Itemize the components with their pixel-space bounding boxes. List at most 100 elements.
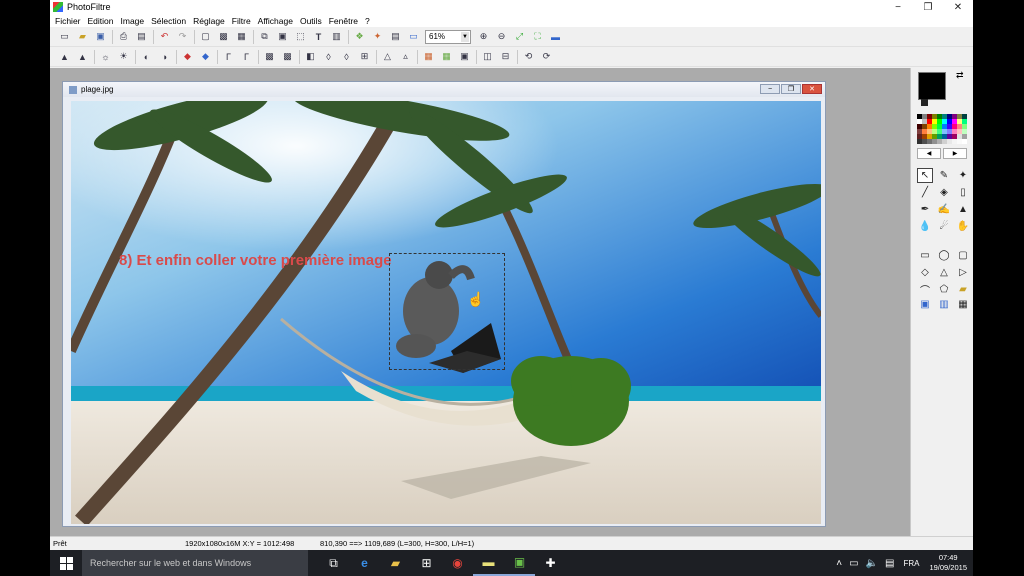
menu-filtre[interactable]: Filtre (232, 16, 251, 26)
zoom-in-icon[interactable]: ⊕ (477, 30, 490, 43)
spray-icon[interactable]: ▯ (955, 185, 971, 200)
selection-marquee[interactable] (389, 253, 505, 370)
gamma-down-icon[interactable]: Γ (222, 50, 235, 63)
auto-levels-icon[interactable]: ▲ (58, 50, 71, 63)
volume-icon[interactable]: 🔈 (866, 558, 878, 569)
soften-icon[interactable]: ◊ (322, 50, 335, 63)
menu-selection[interactable]: Sélection (151, 16, 186, 26)
maximize-button[interactable]: ❐ (913, 0, 943, 14)
flip-vertical-icon[interactable]: ⊟ (499, 50, 512, 63)
notes-app-icon[interactable]: ▬ (473, 550, 504, 576)
store-icon[interactable]: ⊞ (411, 550, 442, 576)
relief-icon[interactable]: ▵ (399, 50, 412, 63)
batch-icon[interactable]: ▤ (389, 30, 402, 43)
zoom-select[interactable]: 61% ▼ (425, 29, 471, 44)
start-button[interactable] (50, 550, 82, 576)
redo-icon[interactable]: ↷ (176, 30, 189, 43)
diamond-shape-icon[interactable]: ◇ (917, 265, 933, 280)
mode-1-icon[interactable]: ▣ (917, 297, 933, 312)
menu-fenetre[interactable]: Fenêtre (329, 16, 358, 26)
transparency-icon[interactable]: ▥ (330, 30, 343, 43)
rectangle-shape-icon[interactable]: ▭ (917, 248, 933, 263)
mode-3-icon[interactable]: ▦ (955, 297, 971, 312)
palette-prev-button[interactable]: ◀ (917, 148, 941, 159)
open-shape-icon[interactable]: ▰ (955, 282, 971, 297)
language-indicator[interactable]: FRA (903, 559, 919, 568)
blur-tool-icon[interactable]: 💧 (917, 219, 933, 234)
saturation-down-icon[interactable]: ◆ (181, 50, 194, 63)
doc-close-button[interactable]: ✕ (802, 84, 822, 94)
fit-window-icon[interactable]: ⛶ (531, 30, 544, 43)
rounded-rect-icon[interactable]: ▢ (955, 248, 971, 263)
doc-minimize-button[interactable]: − (760, 84, 780, 94)
brush-icon[interactable]: ✒ (917, 202, 933, 217)
window-icon[interactable]: ▭ (407, 30, 420, 43)
frame-icon[interactable]: ▣ (458, 50, 471, 63)
close-button[interactable]: ✕ (943, 0, 973, 14)
misc-app-icon[interactable]: ✚ (535, 550, 566, 576)
plugin-icon[interactable]: ✦ (371, 30, 384, 43)
actual-size-icon[interactable]: ⤢ (513, 30, 526, 43)
flip-horizontal-icon[interactable]: ◫ (481, 50, 494, 63)
lasso-icon[interactable]: ⌒ (917, 282, 933, 297)
fullscreen-icon[interactable]: ▬ (549, 30, 562, 43)
undo-icon[interactable]: ↶ (158, 30, 171, 43)
palette-next-button[interactable]: ▶ (943, 148, 967, 159)
text-icon[interactable]: T (312, 30, 325, 43)
document-window[interactable]: plage.jpg − ❐ ✕ 8) Et enfin coller votre… (62, 81, 826, 527)
brightness-down-icon[interactable]: ☼ (99, 50, 112, 63)
ellipse-shape-icon[interactable]: ◯ (936, 248, 952, 263)
file-explorer-icon[interactable]: ▰ (380, 550, 411, 576)
document-title-bar[interactable]: plage.jpg − ❐ ✕ (63, 82, 825, 97)
edge-browser-icon[interactable]: e (349, 550, 380, 576)
save-icon[interactable]: ▣ (94, 30, 107, 43)
selection-tool-icon[interactable]: ↖ (917, 168, 933, 183)
paste-icon[interactable]: ▦ (235, 30, 248, 43)
triangle-shape-icon[interactable]: △ (936, 265, 952, 280)
contrast-up-icon[interactable]: ◑ (158, 50, 171, 63)
image-canvas[interactable]: 8) Et enfin coller votre première image … (71, 101, 821, 524)
saturation-up-icon[interactable]: ◆ (199, 50, 212, 63)
menu-outils[interactable]: Outils (300, 16, 322, 26)
auto-contrast-icon[interactable]: ▲ (76, 50, 89, 63)
task-view-icon[interactable]: ⧉ (318, 550, 349, 576)
contrast-down-icon[interactable]: ◐ (140, 50, 153, 63)
minimize-button[interactable]: − (883, 0, 913, 14)
fill-bucket-icon[interactable]: ◈ (936, 185, 952, 200)
open-folder-icon[interactable]: ▰ (76, 30, 89, 43)
network-icon[interactable]: ▭ (849, 558, 858, 569)
zoom-out-icon[interactable]: ⊖ (495, 30, 508, 43)
doc-maximize-button[interactable]: ❐ (781, 84, 801, 94)
texture-icon[interactable]: ▦ (440, 50, 453, 63)
mode-2-icon[interactable]: ▥ (936, 297, 952, 312)
print-icon[interactable]: ⎙ (117, 30, 130, 43)
duplicate-icon[interactable]: ⧉ (258, 30, 271, 43)
reset-colors-icon[interactable] (921, 99, 928, 106)
taskbar-clock[interactable]: 07:49 19/09/2015 (929, 553, 967, 573)
copy-icon[interactable]: ▩ (217, 30, 230, 43)
new-file-icon[interactable]: ▭ (58, 30, 71, 43)
chevron-up-icon[interactable]: ˄ (836, 558, 842, 569)
image-size-icon[interactable]: ▣ (276, 30, 289, 43)
sharpen-more-icon[interactable]: ⊞ (358, 50, 371, 63)
explorer-icon[interactable]: ❖ (353, 30, 366, 43)
notification-icon[interactable]: ▤ (885, 558, 894, 569)
cut-icon[interactable]: ▢ (199, 30, 212, 43)
menu-image[interactable]: Image (121, 16, 145, 26)
advanced-brush-icon[interactable]: ✍ (936, 202, 952, 217)
grayscale-icon[interactable]: ▩ (263, 50, 276, 63)
magic-wand-icon[interactable]: ✦ (955, 168, 971, 183)
canvas-size-icon[interactable]: ⬚ (294, 30, 307, 43)
scan-icon[interactable]: ▤ (135, 30, 148, 43)
gamma-up-icon[interactable]: Γ (240, 50, 253, 63)
foreground-color[interactable] (918, 72, 946, 100)
sepia-icon[interactable]: ▩ (281, 50, 294, 63)
blur-icon[interactable]: ◧ (304, 50, 317, 63)
triangle-effect-icon[interactable]: △ (381, 50, 394, 63)
sharpen-icon[interactable]: ◊ (340, 50, 353, 63)
swap-colors-icon[interactable]: ⇄ (956, 70, 964, 81)
rotate-right-icon[interactable]: ⟳ (540, 50, 553, 63)
polygon-icon[interactable]: ⬠ (936, 282, 952, 297)
menu-reglage[interactable]: Réglage (193, 16, 225, 26)
chrome-icon[interactable]: ◉ (442, 550, 473, 576)
